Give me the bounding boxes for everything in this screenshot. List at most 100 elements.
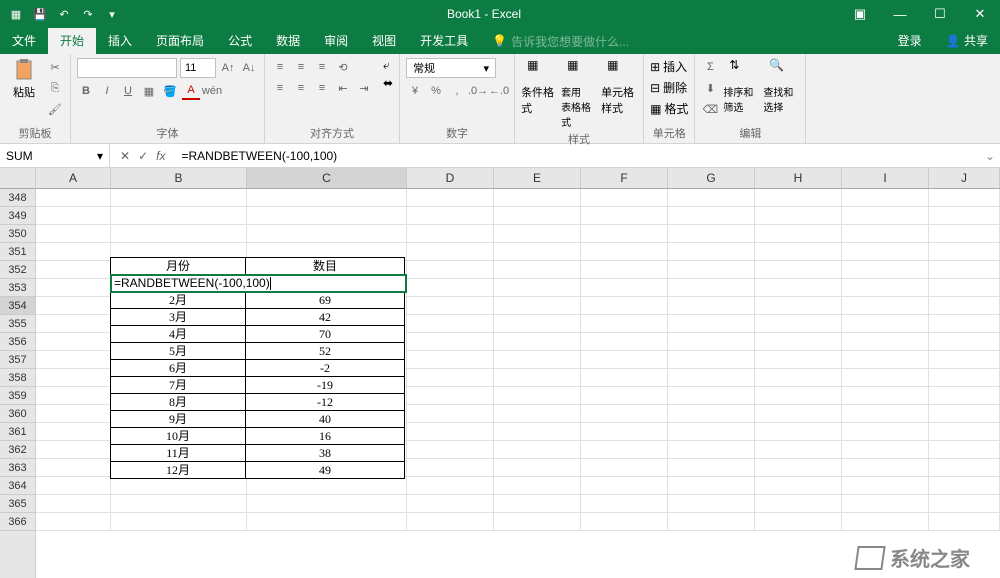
cell[interactable]	[755, 423, 842, 441]
table-cell-month[interactable]: 3月	[110, 308, 246, 326]
cell[interactable]	[668, 333, 755, 351]
table-cell-month[interactable]: 4月	[110, 325, 246, 343]
cell[interactable]	[929, 279, 1000, 297]
minimize-button[interactable]: —	[880, 0, 920, 28]
cell[interactable]	[247, 477, 407, 495]
column-header-B[interactable]: B	[111, 168, 247, 188]
chevron-down-icon[interactable]: ▾	[97, 149, 103, 163]
redo-icon[interactable]: ↷	[80, 6, 96, 22]
cell[interactable]	[494, 441, 581, 459]
row-header[interactable]: 364	[0, 477, 35, 495]
column-header-E[interactable]: E	[494, 168, 581, 188]
ribbon-options-icon[interactable]: ▣	[840, 0, 880, 28]
cell[interactable]	[929, 189, 1000, 207]
cell[interactable]	[494, 333, 581, 351]
row-header[interactable]: 348	[0, 189, 35, 207]
tab-formulas[interactable]: 公式	[216, 28, 264, 54]
cell[interactable]	[581, 261, 668, 279]
cell[interactable]	[842, 351, 929, 369]
table-cell-value[interactable]: 52	[245, 342, 405, 360]
increase-decimal-button[interactable]: .0→	[469, 82, 487, 100]
cell[interactable]	[668, 315, 755, 333]
cell[interactable]	[842, 279, 929, 297]
cell[interactable]	[407, 513, 494, 531]
cell[interactable]	[247, 207, 407, 225]
save-icon[interactable]: 💾	[32, 6, 48, 22]
table-cell-month[interactable]: 10月	[110, 427, 246, 445]
qat-more-icon[interactable]: ▾	[104, 6, 120, 22]
table-cell-value[interactable]: -12	[245, 393, 405, 411]
table-cell-month[interactable]: 8月	[110, 393, 246, 411]
cell[interactable]	[581, 405, 668, 423]
row-header[interactable]: 355	[0, 315, 35, 333]
table-cell-value[interactable]: 16	[245, 427, 405, 445]
tell-me-box[interactable]: 💡告诉我您想要做什么...	[480, 33, 629, 50]
cell[interactable]	[842, 495, 929, 513]
align-left-button[interactable]: ≡	[271, 79, 289, 97]
cell[interactable]	[407, 405, 494, 423]
cell[interactable]	[494, 495, 581, 513]
cell[interactable]	[36, 477, 111, 495]
cell[interactable]	[929, 513, 1000, 531]
cell[interactable]	[494, 225, 581, 243]
indent-inc-button[interactable]: ⇥	[355, 79, 373, 97]
cell[interactable]	[755, 477, 842, 495]
bold-button[interactable]: B	[77, 82, 95, 100]
format-painter-button[interactable]: 🖌	[46, 100, 64, 118]
cell[interactable]	[36, 333, 111, 351]
table-cell-value[interactable]: -19	[245, 376, 405, 394]
table-header-count[interactable]: 数目	[245, 257, 405, 275]
cell[interactable]	[494, 279, 581, 297]
cell[interactable]	[581, 459, 668, 477]
table-cell-value[interactable]: -2	[245, 359, 405, 377]
cell[interactable]	[36, 297, 111, 315]
cell[interactable]	[668, 495, 755, 513]
cell[interactable]	[755, 207, 842, 225]
cell[interactable]	[36, 423, 111, 441]
cell[interactable]	[111, 477, 247, 495]
cell[interactable]	[755, 513, 842, 531]
cell[interactable]	[668, 243, 755, 261]
cut-button[interactable]: ✂	[46, 58, 64, 76]
cell[interactable]	[668, 279, 755, 297]
row-header[interactable]: 349	[0, 207, 35, 225]
tab-insert[interactable]: 插入	[96, 28, 144, 54]
cell[interactable]	[668, 261, 755, 279]
cell[interactable]	[929, 351, 1000, 369]
cell[interactable]	[36, 513, 111, 531]
table-cell-value[interactable]: 38	[245, 444, 405, 462]
cell[interactable]	[36, 405, 111, 423]
cell[interactable]	[755, 459, 842, 477]
name-box[interactable]: SUM▾	[0, 144, 110, 168]
cell[interactable]	[755, 297, 842, 315]
cell[interactable]	[581, 495, 668, 513]
cell[interactable]	[929, 477, 1000, 495]
cell[interactable]	[842, 423, 929, 441]
cell[interactable]	[247, 189, 407, 207]
cell[interactable]	[755, 189, 842, 207]
copy-button[interactable]: ⎘	[46, 79, 64, 97]
expand-formula-bar-button[interactable]: ⌄	[980, 149, 1000, 163]
orientation-button[interactable]: ⟲	[334, 58, 352, 76]
italic-button[interactable]: I	[98, 82, 116, 100]
table-cell-month[interactable]: 11月	[110, 444, 246, 462]
cell[interactable]	[407, 495, 494, 513]
decrease-decimal-button[interactable]: ←.0	[490, 82, 508, 100]
cell[interactable]	[581, 477, 668, 495]
cell[interactable]	[36, 189, 111, 207]
cell[interactable]	[755, 279, 842, 297]
cell[interactable]	[842, 315, 929, 333]
cell[interactable]	[668, 513, 755, 531]
cell-editor[interactable]: =RANDBETWEEN(-100,100)	[110, 274, 407, 293]
cancel-formula-button[interactable]: ✕	[120, 149, 130, 163]
tab-data[interactable]: 数据	[264, 28, 312, 54]
cell[interactable]	[494, 189, 581, 207]
cell[interactable]	[929, 387, 1000, 405]
cell[interactable]	[842, 261, 929, 279]
cell[interactable]	[929, 495, 1000, 513]
fill-color-button[interactable]: 🪣	[161, 82, 179, 100]
comma-button[interactable]: ,	[448, 82, 466, 100]
cell[interactable]	[842, 387, 929, 405]
cell[interactable]	[407, 315, 494, 333]
cell[interactable]	[581, 369, 668, 387]
